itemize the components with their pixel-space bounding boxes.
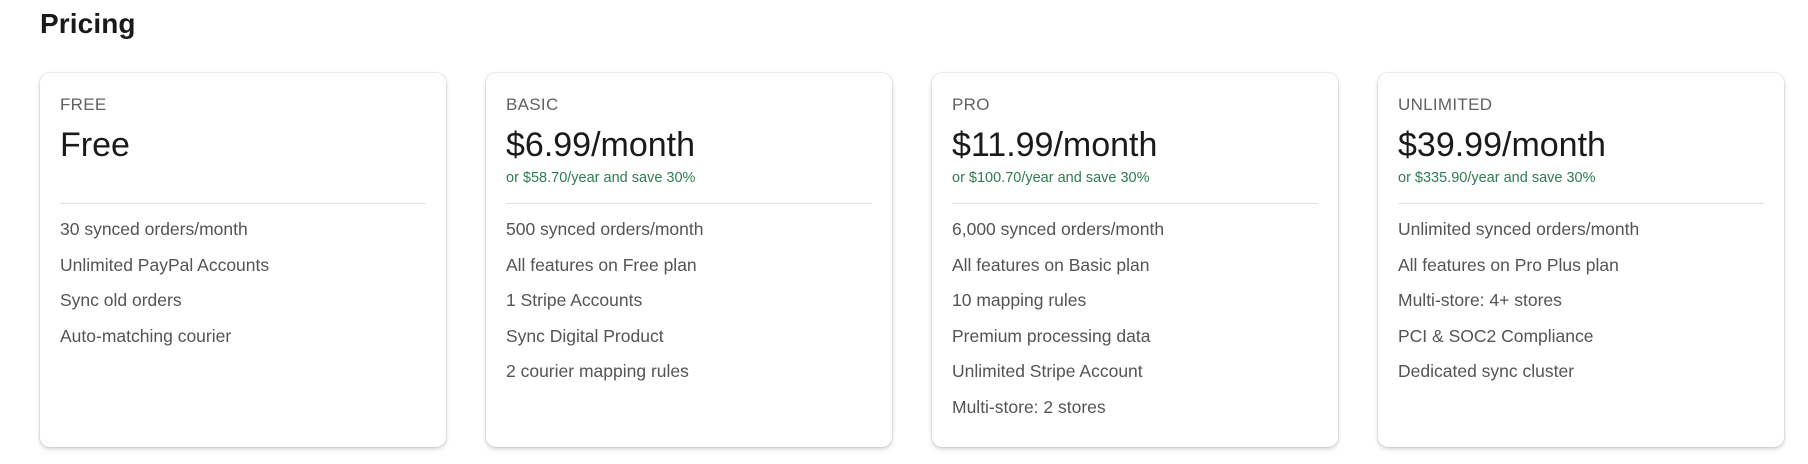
plan-divider [506, 203, 872, 204]
plan-feature: Unlimited synced orders/month [1398, 219, 1640, 239]
plan-feature: Multi-store: 4+ stores [1398, 290, 1562, 310]
plan-card-pro[interactable]: PRO $11.99/month or $100.70/year and sav… [932, 73, 1338, 447]
plan-yearly-price: or $335.90/year and save 30% [1398, 170, 1596, 186]
plan-feature: All features on Free plan [506, 254, 697, 275]
plan-divider [952, 203, 1318, 204]
pricing-page: Pricing FREE Free 30 synced orders/month… [0, 0, 1808, 464]
plan-feature: Dedicated sync cluster [1398, 361, 1575, 381]
plan-divider [60, 203, 426, 204]
pricing-cards: FREE Free 30 synced orders/month Unlimit… [40, 73, 1784, 447]
plan-card-basic[interactable]: BASIC $6.99/month or $58.70/year and sav… [486, 73, 892, 447]
plan-feature: Sync old orders [60, 290, 182, 310]
page-title: Pricing [40, 8, 136, 39]
plan-feature: 2 courier mapping rules [506, 361, 689, 381]
plan-tier-label: PRO [952, 95, 990, 114]
plan-feature-list: Unlimited synced orders/month All featur… [1398, 219, 1764, 381]
plan-price: $6.99/month [506, 126, 696, 164]
plan-price: Free [60, 126, 130, 164]
plan-feature: All features on Basic plan [952, 254, 1150, 275]
plan-tier-label: FREE [60, 95, 107, 114]
plan-tier-label: BASIC [506, 95, 559, 114]
plan-feature: Unlimited Stripe Account [952, 361, 1143, 381]
plan-price: $39.99/month [1398, 126, 1606, 164]
plan-feature: Sync Digital Product [506, 325, 664, 346]
plan-feature: Premium processing data [952, 325, 1151, 346]
plan-feature: 500 synced orders/month [506, 219, 704, 239]
plan-feature-list: 500 synced orders/month All features on … [506, 219, 872, 381]
plan-tier-label: UNLIMITED [1398, 95, 1493, 114]
plan-feature: Multi-store: 2 stores [952, 396, 1106, 417]
plan-feature-list: 30 synced orders/month Unlimited PayPal … [60, 219, 426, 346]
plan-feature: Auto-matching courier [60, 325, 232, 346]
plan-feature: PCI & SOC2 Compliance [1398, 325, 1594, 346]
plan-feature: 10 mapping rules [952, 290, 1087, 310]
plan-price: $11.99/month [952, 126, 1158, 164]
plan-feature-list: 6,000 synced orders/month All features o… [952, 219, 1318, 417]
plan-feature: 30 synced orders/month [60, 219, 248, 239]
plan-feature: 1 Stripe Accounts [506, 290, 643, 310]
plan-card-unlimited[interactable]: UNLIMITED $39.99/month or $335.90/year a… [1378, 73, 1784, 447]
plan-card-free[interactable]: FREE Free 30 synced orders/month Unlimit… [40, 73, 446, 447]
plan-feature: All features on Pro Plus plan [1398, 254, 1619, 275]
plan-yearly-price: or $100.70/year and save 30% [952, 170, 1150, 186]
plan-feature: 6,000 synced orders/month [952, 219, 1165, 239]
plan-yearly-price: or $58.70/year and save 30% [506, 170, 696, 186]
plan-feature: Unlimited PayPal Accounts [60, 254, 270, 275]
plan-divider [1398, 203, 1764, 204]
